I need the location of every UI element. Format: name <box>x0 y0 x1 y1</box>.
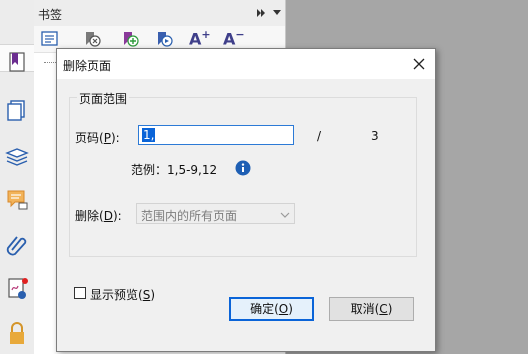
page-number-label: 页码(P): <box>75 131 120 145</box>
page-number-input[interactable] <box>138 125 294 145</box>
dialog-titlebar: 删除页面 <box>57 49 435 79</box>
increase-font-icon[interactable]: A+ <box>189 28 211 48</box>
delete-bookmark-icon[interactable] <box>82 29 102 49</box>
range-example-text: 范例：1,5-9,12 <box>131 163 218 177</box>
comment-icon[interactable] <box>4 187 30 213</box>
pane-header: 书签 <box>34 0 285 26</box>
delete-scope-value: 范围内的所有页面 <box>141 209 238 223</box>
app-window: 书签 A+ A− 删除页面 页面范围 页码(P): 1, 1, / 3 范例：1… <box>0 0 528 354</box>
side-rail <box>0 0 35 354</box>
pages-icon[interactable] <box>4 98 30 124</box>
page-range-group <box>69 97 417 257</box>
show-preview-label: 显示预览(S) <box>90 288 155 302</box>
layers-icon[interactable] <box>4 143 30 169</box>
bookmark-panel-icon[interactable] <box>0 44 34 72</box>
bookmark-options-icon[interactable] <box>40 29 60 49</box>
ok-button[interactable]: 确定(O) <box>229 297 314 321</box>
delete-scope-select[interactable]: 范围内的所有页面 <box>136 203 295 224</box>
go-to-bookmark-icon[interactable] <box>154 29 174 49</box>
show-preview-checkbox[interactable] <box>74 287 86 299</box>
dialog-title: 删除页面 <box>63 59 112 73</box>
total-pages: 3 <box>371 129 379 143</box>
pane-title: 书签 <box>38 8 63 22</box>
page-input-selection: 1, <box>142 128 156 142</box>
pane-controls <box>255 4 285 22</box>
page-separator: / <box>317 129 322 143</box>
cancel-button[interactable]: 取消(C) <box>329 297 414 321</box>
delete-label: 删除(D): <box>75 209 122 223</box>
chevron-down-icon <box>280 209 290 219</box>
add-bookmark-icon[interactable] <box>120 29 140 49</box>
page-range-group-label: 页面范围 <box>77 90 130 107</box>
pane-menu-icon[interactable] <box>273 10 281 15</box>
attachment-icon[interactable] <box>4 232 30 258</box>
lock-icon[interactable] <box>4 320 30 346</box>
close-icon[interactable] <box>411 56 427 72</box>
collapse-pane-icon[interactable] <box>257 9 265 17</box>
delete-pages-dialog: 删除页面 页面范围 页码(P): 1, / 3 范例：1,5-9,12 删除(D… <box>56 48 436 352</box>
decrease-font-icon[interactable]: A− <box>223 28 245 48</box>
signature-icon[interactable] <box>4 276 30 302</box>
tree-connector <box>44 62 56 63</box>
info-icon[interactable] <box>235 160 251 176</box>
